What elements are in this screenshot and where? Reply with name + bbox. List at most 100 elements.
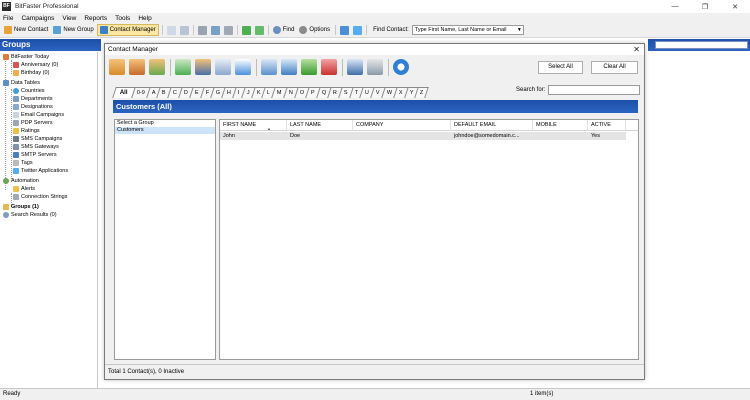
column-first-name[interactable]: FIRST NAME ▲ — [220, 120, 287, 131]
green-flag-icon[interactable] — [301, 59, 317, 75]
tree-item-email-campaigns[interactable]: Email Campaigns — [13, 111, 64, 119]
group-list-item[interactable]: Select a Group — [115, 120, 215, 127]
remove-contact-icon[interactable] — [129, 59, 145, 75]
close-window-button[interactable]: ✕ — [720, 0, 750, 13]
copy-icon[interactable] — [261, 59, 277, 75]
tree-item-tags[interactable]: Tags — [13, 159, 33, 167]
column-company[interactable]: COMPANY — [353, 120, 451, 131]
search-input[interactable] — [548, 85, 640, 95]
chevron-down-icon[interactable]: ▼ — [517, 26, 522, 34]
print-icon[interactable] — [197, 25, 207, 35]
find-button[interactable]: Find — [271, 24, 297, 36]
tree-item-label: SMTP Servers — [21, 152, 57, 158]
search-icon — [3, 212, 9, 218]
export-icon[interactable] — [254, 25, 264, 35]
column-default-email[interactable]: DEFAULT EMAIL — [451, 120, 533, 131]
find-contact-label: Find Contact: — [373, 27, 409, 33]
minimize-button[interactable]: — — [660, 0, 690, 13]
tree-item-connection-strings[interactable]: Connection Strings — [13, 193, 67, 201]
find-label: Find — [282, 27, 295, 33]
tree-item-label: Departments — [21, 96, 53, 102]
vcard-icon[interactable] — [235, 59, 251, 75]
column-label: FIRST NAME — [223, 122, 257, 128]
tree-item-label: Designations — [21, 104, 53, 110]
calendar-icon — [3, 54, 9, 60]
database-icon[interactable] — [367, 59, 383, 75]
find-contact-combobox[interactable]: Type First Name, Last Name or Email ▼ — [411, 25, 524, 35]
add-contact-icon[interactable] — [109, 59, 125, 75]
import-icon[interactable] — [241, 25, 251, 35]
menu-file[interactable]: File — [3, 15, 13, 22]
alpha-tab[interactable]: Z — [414, 87, 430, 98]
tree-item-ratings[interactable]: Ratings — [13, 127, 40, 135]
main-search-input[interactable] — [655, 41, 748, 49]
paste-icon[interactable] — [281, 59, 297, 75]
menu-help[interactable]: Help — [138, 15, 151, 22]
tree-item-label: BitFaster Today — [11, 54, 50, 60]
tree-item-pdp-servers[interactable]: PDP Servers — [13, 119, 53, 127]
import-contacts-icon[interactable] — [347, 59, 363, 75]
twitter-icon[interactable] — [353, 25, 363, 35]
contact-manager-button[interactable]: Contact Manager — [96, 24, 159, 36]
options-button[interactable]: Options — [297, 24, 332, 36]
tree-item-data-tables[interactable]: Data Tables — [3, 79, 40, 87]
table-row[interactable]: John Doe johndoe@somedomain.c... Yes — [220, 132, 626, 140]
tree-item-countries[interactable]: Countries — [13, 87, 45, 95]
toolbar-separator — [256, 58, 257, 76]
tag-icon — [13, 160, 19, 166]
tree-line — [11, 89, 12, 179]
menu-campaigns[interactable]: Campaigns — [21, 15, 54, 22]
close-icon[interactable]: ✕ — [633, 44, 640, 55]
twitter-icon — [13, 168, 19, 174]
menu-bar: File Campaigns View Reports Tools Help — [0, 13, 750, 23]
edit-contact-icon[interactable] — [149, 59, 165, 75]
tree-item-bitfaster-today[interactable]: BitFaster Today — [3, 53, 49, 61]
alpha-tab-label: V — [375, 90, 380, 96]
alpha-tab-label: B — [162, 90, 166, 96]
column-last-name[interactable]: LAST NAME — [287, 120, 353, 131]
tree-item-birthday[interactable]: Birthday (0) — [13, 69, 49, 77]
tree-item-anniversary[interactable]: Anniversary (0) — [13, 61, 58, 69]
menu-reports[interactable]: Reports — [84, 15, 107, 22]
tree-item-smtp-servers[interactable]: SMTP Servers — [13, 151, 57, 159]
gear-icon — [3, 178, 9, 184]
new-contact-button[interactable]: New Contact — [2, 24, 50, 36]
email-icon[interactable] — [166, 25, 176, 35]
folder-icon — [3, 204, 9, 210]
tree-item-twitter-applications[interactable]: Twitter Applications — [13, 167, 68, 175]
tree-item-automation[interactable]: Automation — [3, 177, 39, 185]
help-icon[interactable] — [340, 25, 350, 35]
restore-button[interactable]: ❐ — [690, 0, 720, 13]
tree-item-search-results[interactable]: Search Results (0) — [3, 211, 57, 219]
new-group-button[interactable]: New Group — [51, 24, 95, 36]
cell-company — [353, 132, 451, 140]
move-to-group-icon[interactable] — [175, 59, 191, 75]
tree-item-alerts[interactable]: Alerts — [13, 185, 35, 193]
sms-icon[interactable] — [179, 25, 189, 35]
column-mobile[interactable]: MOBILE — [533, 120, 588, 131]
tree-item-designations[interactable]: Designations — [13, 103, 53, 111]
tree-item-departments[interactable]: Departments — [13, 95, 53, 103]
select-all-button[interactable]: Select All — [538, 61, 583, 74]
toolbar-separator — [192, 25, 194, 35]
magnifier-icon — [272, 26, 281, 34]
report-icon[interactable] — [223, 25, 233, 35]
dialog-title: Contact Manager — [108, 46, 158, 53]
red-flag-icon[interactable] — [321, 59, 337, 75]
tree-item-sms-gateways[interactable]: SMS Gateways — [13, 143, 59, 151]
clear-all-button[interactable]: Clear All — [591, 61, 638, 74]
menu-view[interactable]: View — [62, 15, 76, 22]
refresh-icon[interactable] — [393, 59, 409, 75]
envelope-icon — [13, 112, 19, 118]
tree-item-sms-campaigns[interactable]: SMS Campaigns — [13, 135, 62, 143]
sms-contact-icon[interactable] — [195, 59, 211, 75]
tree-item-groups[interactable]: Groups (1) — [3, 203, 39, 211]
menu-tools[interactable]: Tools — [115, 15, 130, 22]
email-contact-icon[interactable] — [215, 59, 231, 75]
alphabet-filter-tabs: All 0-9 A B C D E F G H I J K L M N O P Q R S T U V W X Y Z — [112, 86, 430, 98]
column-active[interactable]: ACTIVE — [588, 120, 626, 131]
campaign-icon[interactable] — [210, 25, 220, 35]
dialog-status-text: Total 1 Contact(s), 0 Inactive — [105, 364, 644, 379]
title-bar: BF BitFaster Professional — ❐ ✕ — [0, 0, 750, 13]
group-list-item-customers[interactable]: Customers — [115, 127, 215, 134]
